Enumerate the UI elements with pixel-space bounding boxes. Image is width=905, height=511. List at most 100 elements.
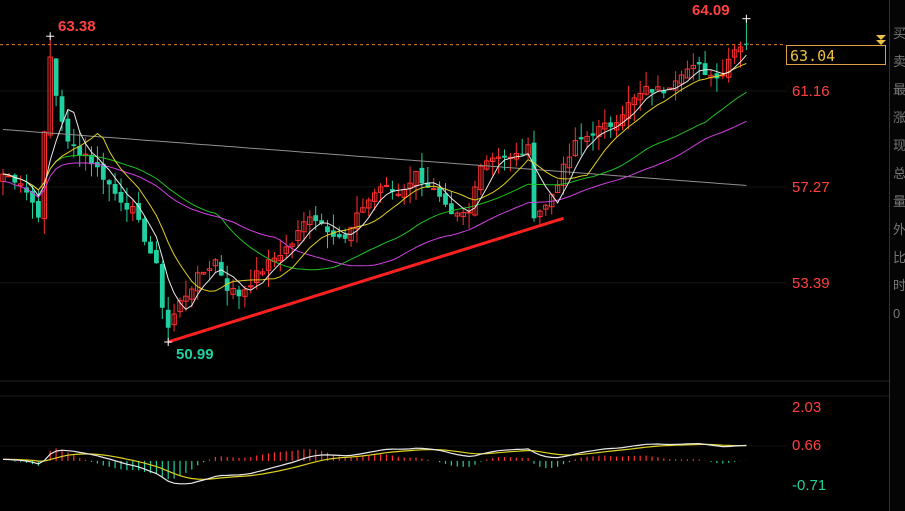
candle xyxy=(354,196,360,243)
candle-body xyxy=(65,118,71,142)
candle xyxy=(696,56,702,80)
stock-chart[interactable] xyxy=(0,0,905,511)
candle xyxy=(419,153,425,197)
candle xyxy=(714,63,720,92)
candle xyxy=(454,211,461,222)
candle xyxy=(171,303,177,332)
candle xyxy=(726,47,732,83)
macd-tick-2-03: 2.03 xyxy=(792,399,822,416)
candle xyxy=(608,116,614,138)
candle-body xyxy=(443,193,448,205)
candle-body xyxy=(142,218,147,242)
candle xyxy=(484,155,490,171)
candle xyxy=(95,146,100,177)
candle-body xyxy=(419,167,425,184)
candle xyxy=(159,260,165,320)
candle xyxy=(531,130,537,222)
candle xyxy=(277,239,284,272)
candle xyxy=(460,208,466,226)
candle-body xyxy=(148,241,153,254)
candle-body xyxy=(218,261,224,276)
candle xyxy=(490,152,496,176)
candle xyxy=(154,241,159,264)
candle xyxy=(731,44,738,64)
candle xyxy=(112,172,118,201)
candle xyxy=(602,109,608,139)
current-price-box: 63.04 xyxy=(786,45,886,65)
candle xyxy=(348,226,354,247)
candle-body xyxy=(325,226,330,233)
candle-body xyxy=(578,137,584,140)
candle xyxy=(366,197,372,217)
candle xyxy=(554,179,561,194)
candle xyxy=(53,57,59,107)
candle xyxy=(390,180,395,200)
candle-body xyxy=(519,153,525,155)
candle xyxy=(519,138,525,157)
macd-panel xyxy=(0,442,786,485)
candle xyxy=(672,71,679,101)
high-label-64-09: 64.09 xyxy=(692,2,730,19)
candle xyxy=(572,127,578,158)
candle xyxy=(513,142,519,167)
axis-tick-53-39: 53.39 xyxy=(792,275,830,292)
candle xyxy=(702,51,708,76)
candle-body xyxy=(165,309,171,328)
candle xyxy=(71,128,77,158)
macd-tick-neg-0-71: -0.71 xyxy=(792,477,827,494)
candle xyxy=(619,105,626,130)
candle xyxy=(661,87,667,99)
candle xyxy=(649,88,655,106)
candle xyxy=(360,198,366,214)
candle xyxy=(478,163,484,196)
candle xyxy=(684,60,691,79)
candle xyxy=(655,75,661,91)
candle xyxy=(507,152,514,172)
candle xyxy=(295,220,301,247)
side-panel-text: 买卖最涨现总量外比时0 xyxy=(893,26,905,321)
candle-body xyxy=(437,187,442,197)
candle xyxy=(383,176,390,188)
low-label-50-99: 50.99 xyxy=(176,346,214,363)
candle-body xyxy=(53,58,59,96)
candle xyxy=(259,268,266,277)
candle-body xyxy=(383,184,390,187)
candle xyxy=(543,204,549,217)
candle xyxy=(218,255,224,277)
candle xyxy=(142,215,147,246)
candle xyxy=(590,121,596,151)
candle-body xyxy=(502,155,507,158)
candle xyxy=(336,226,342,239)
candle xyxy=(525,137,531,159)
candle xyxy=(643,71,649,96)
candle-body xyxy=(649,89,655,93)
candle-body xyxy=(59,96,65,122)
candle xyxy=(537,209,543,225)
candle-body xyxy=(236,289,242,297)
candle xyxy=(631,93,637,122)
axis-tick-61-16: 61.16 xyxy=(792,83,830,100)
candle xyxy=(289,241,295,259)
candle-body xyxy=(608,122,614,127)
candle-body xyxy=(154,250,159,264)
candle-body xyxy=(313,215,319,222)
candle xyxy=(130,200,136,222)
candle-body xyxy=(590,133,596,136)
candle-body xyxy=(449,203,454,215)
candle xyxy=(212,258,219,273)
candle-body xyxy=(159,264,165,308)
candle xyxy=(47,36,53,139)
candlestick-panel xyxy=(0,14,786,346)
candle-body xyxy=(696,62,702,65)
candle xyxy=(265,249,272,287)
candle xyxy=(200,271,207,276)
candle-body xyxy=(336,234,342,238)
candle xyxy=(65,109,71,149)
axis-tick-57-27: 57.27 xyxy=(792,179,830,196)
candle xyxy=(331,214,336,245)
candle-body xyxy=(466,211,472,214)
candle-body xyxy=(531,142,537,219)
candle xyxy=(89,146,94,177)
candle-body xyxy=(342,234,348,239)
candle-body xyxy=(136,202,142,220)
